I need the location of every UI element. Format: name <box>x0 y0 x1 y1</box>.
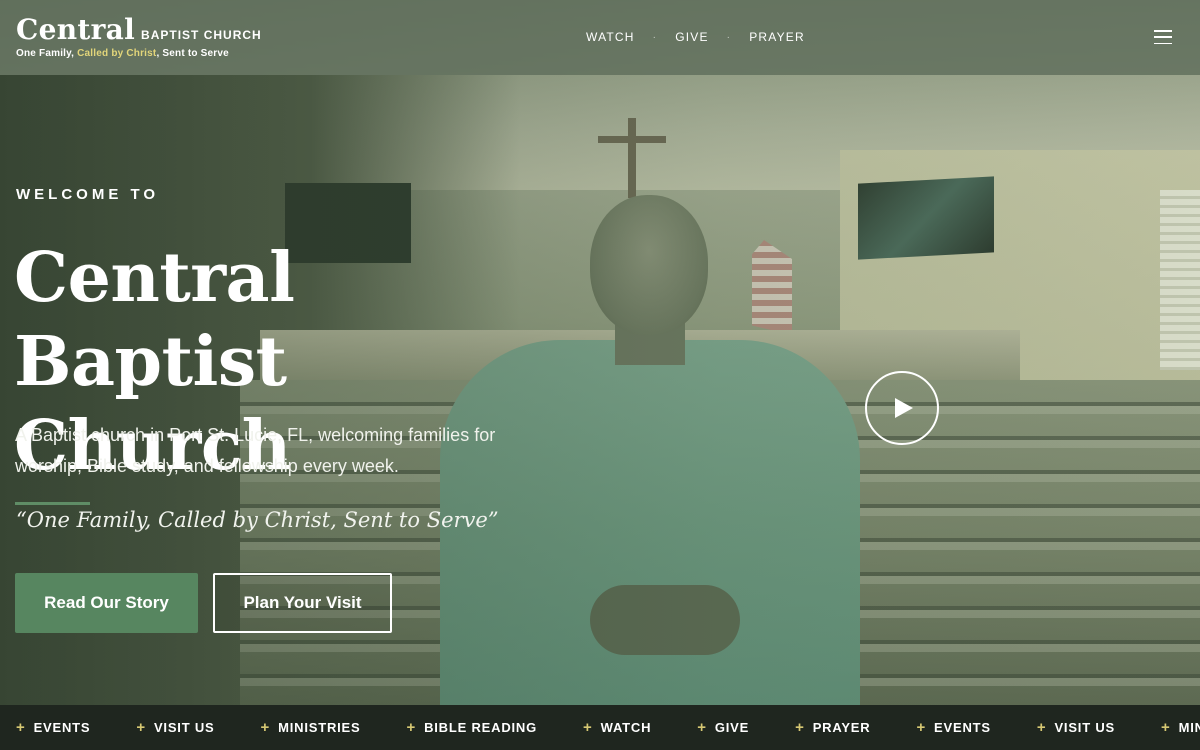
top-nav: WATCH · GIVE · PRAYER <box>586 30 805 44</box>
ticker-label: VISIT US <box>153 720 215 735</box>
plus-icon: + <box>406 719 417 736</box>
ticker-link-events[interactable]: + EVENTS <box>916 719 990 736</box>
ticker-label: EVENTS <box>33 720 91 735</box>
ticker-link-bible-reading[interactable]: + BIBLE READING <box>407 719 538 736</box>
nav-give[interactable]: GIVE <box>675 30 708 44</box>
plus-icon: + <box>583 719 593 736</box>
brand-tagline: One Family, Called by Christ, Sent to Se… <box>16 48 262 59</box>
ticker-label: BIBLE READING <box>424 720 538 735</box>
brand-logo[interactable]: Central BAPTIST CHURCH One Family, Calle… <box>16 16 262 60</box>
plus-icon: + <box>697 719 707 736</box>
ticker-label: WATCH <box>600 720 652 735</box>
ticker-link-ministries[interactable]: + MINISTRIES <box>261 719 361 736</box>
hero-description: A Baptist church in Port St. Lucie, FL, … <box>15 425 496 476</box>
nav-separator: · <box>652 31 658 43</box>
brand-subtitle: BAPTIST CHURCH <box>141 28 262 42</box>
ticker-link-ministries[interactable]: + MINISTRIES <box>1161 719 1200 736</box>
nav-watch[interactable]: WATCH <box>586 30 635 44</box>
ticker-link-events[interactable]: + EVENTS <box>16 719 90 736</box>
site-header: Central BAPTIST CHURCH One Family, Calle… <box>0 0 1200 75</box>
ticker-link-visit-us[interactable]: + VISIT US <box>136 719 214 736</box>
ticker-label: VISIT US <box>1054 720 1116 735</box>
hero-motto: “One Family, Called by Christ, Sent to S… <box>16 508 499 532</box>
tagline-part-1: One Family, <box>16 48 78 59</box>
plus-icon: + <box>260 719 271 736</box>
ticker-link-visit-us[interactable]: + VISIT US <box>1037 719 1115 736</box>
nav-separator: · <box>726 31 732 43</box>
menu-line <box>1154 30 1172 32</box>
ticker-link-prayer[interactable]: + PRAYER <box>795 719 870 736</box>
hero-title-line-1: Central Baptist <box>14 238 295 402</box>
ticker-label: MINISTRIES <box>278 720 361 735</box>
nav-prayer[interactable]: PRAYER <box>749 30 805 44</box>
ticker-label: EVENTS <box>934 720 991 735</box>
tagline-part-2: , Sent to Serve <box>156 48 229 59</box>
hamburger-menu-icon[interactable] <box>1154 30 1172 44</box>
menu-line <box>1154 42 1172 44</box>
brand-top: Central BAPTIST CHURCH <box>16 16 262 44</box>
ticker-label: MINISTRIES <box>1178 720 1200 735</box>
ticker-link-watch[interactable]: + WATCH <box>583 719 651 736</box>
read-our-story-button[interactable]: Read Our Story <box>15 573 198 633</box>
accent-divider <box>15 502 90 505</box>
plus-icon: + <box>1161 719 1171 736</box>
video-play-button[interactable] <box>865 371 939 445</box>
plus-icon: + <box>795 719 805 736</box>
plus-icon: + <box>1036 719 1047 736</box>
ticker-link-give[interactable]: + GIVE <box>697 719 749 736</box>
plan-your-visit-button[interactable]: Plan Your Visit <box>213 573 392 633</box>
plus-icon: + <box>136 719 146 736</box>
quick-links-ticker: + EVENTS + VISIT US + MINISTRIES + BIBLE READIN… <box>0 705 1200 750</box>
ticker-label: PRAYER <box>812 720 871 735</box>
menu-line <box>1154 36 1172 38</box>
plus-icon: + <box>16 719 26 736</box>
plus-icon: + <box>916 719 927 736</box>
play-icon <box>895 398 913 418</box>
ticker-label: GIVE <box>714 720 750 735</box>
tagline-highlight: Called by Christ <box>77 48 157 59</box>
hero-eyebrow: WELCOME TO <box>16 186 160 203</box>
brand-name: Central <box>16 13 136 46</box>
